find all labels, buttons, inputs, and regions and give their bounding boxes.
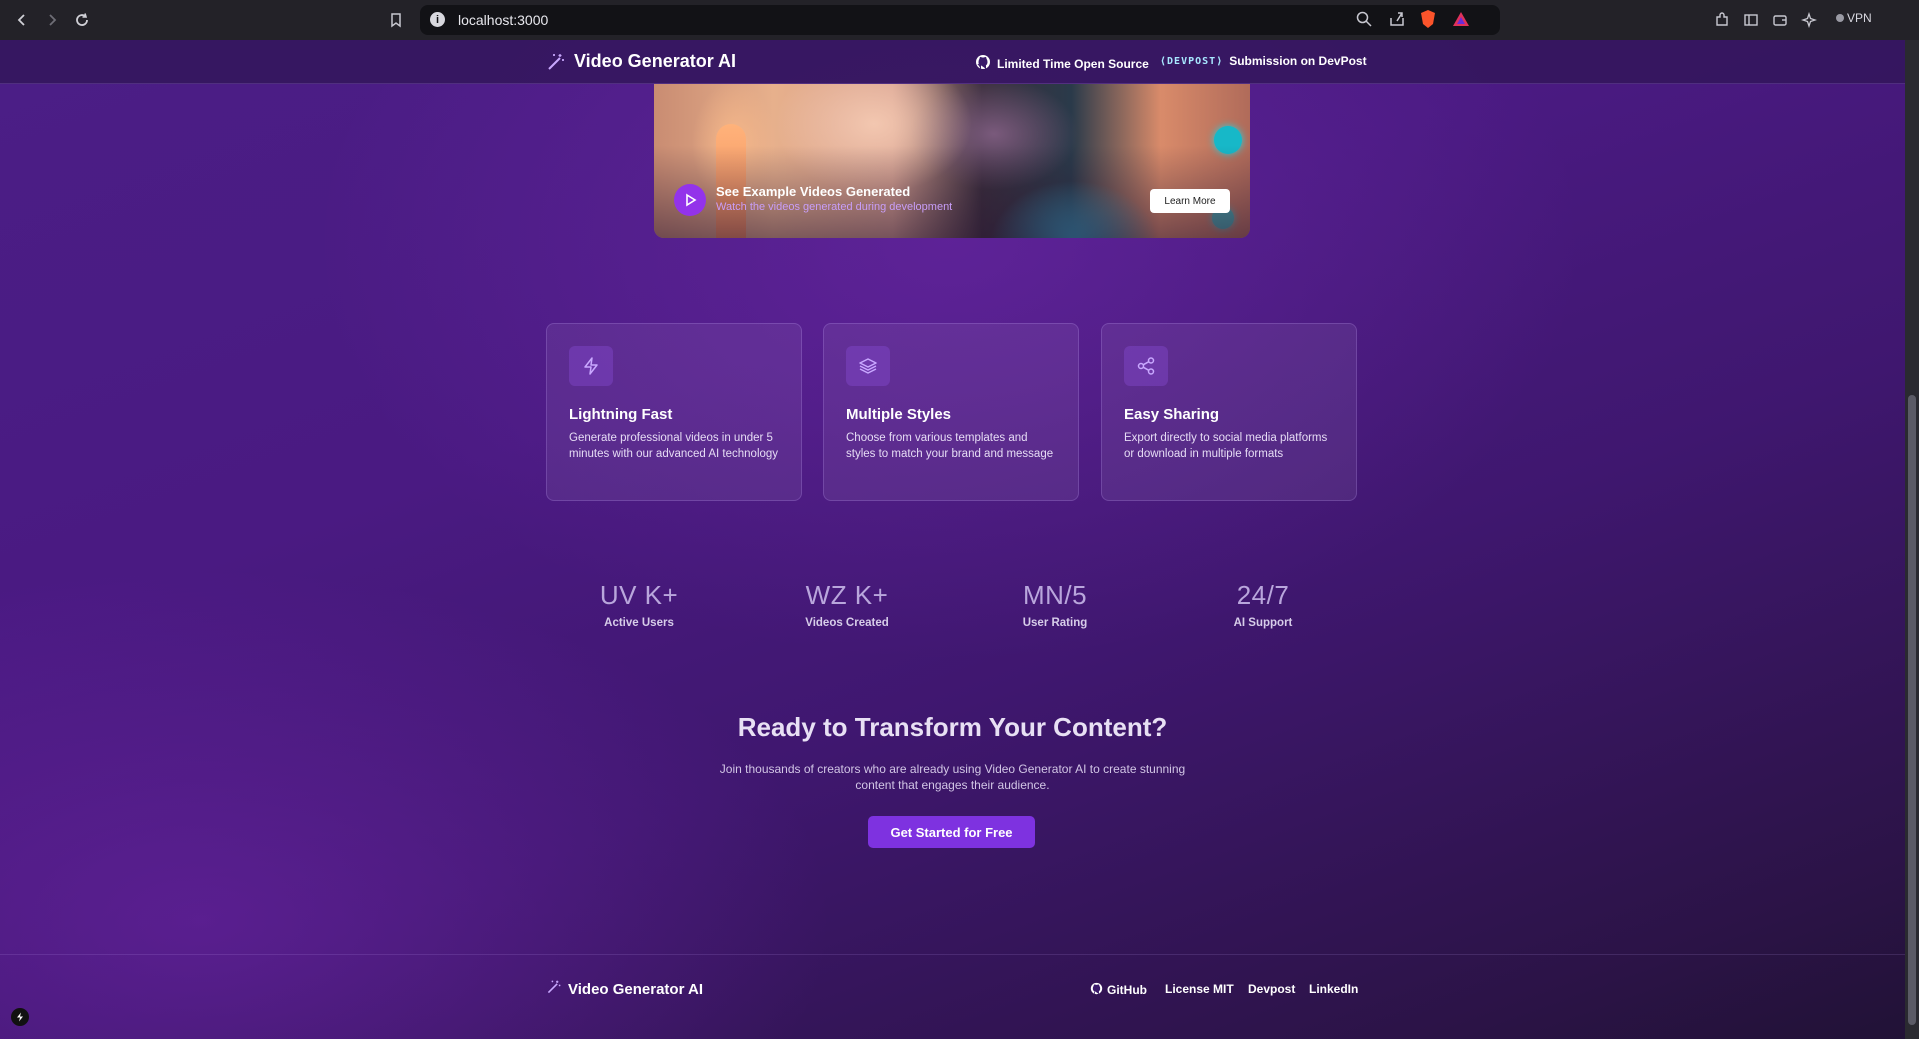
stat-ai-support: 24/7 AI Support (1183, 580, 1343, 629)
share-nodes-icon (1124, 346, 1168, 386)
devpost-bracket-left: ⟨ (1160, 55, 1168, 67)
stat-value: 24/7 (1236, 580, 1290, 610)
browser-toolbar: i localhost:3000 VPN (0, 0, 1919, 40)
github-icon (1090, 982, 1103, 998)
footer-link-license[interactable]: License MIT (1165, 982, 1234, 996)
stat-label: Videos Created (805, 617, 889, 629)
dev-tools-bolt-icon[interactable] (11, 1008, 29, 1026)
stat-videos-created: WZ K+ Videos Created (767, 580, 927, 629)
banner-subtitle: Watch the videos generated during develo… (716, 201, 953, 213)
stat-label: Active Users (604, 617, 674, 629)
learn-more-button[interactable]: Learn More (1150, 189, 1230, 213)
feature-title: Easy Sharing (1124, 406, 1220, 423)
brand-logo[interactable]: Video Generator AI (546, 51, 736, 72)
footer-brand-name[interactable]: Video Generator AI (568, 981, 703, 998)
devpost-bracket-right: ⟩ (1216, 55, 1224, 67)
vpn-status-icon (1836, 14, 1844, 22)
get-started-button[interactable]: Get Started for Free (868, 816, 1035, 848)
banner-overlay (654, 84, 1250, 238)
share-icon[interactable] (1388, 10, 1406, 33)
footer-brand[interactable]: Video Generator AI (546, 979, 703, 999)
github-link-label[interactable]: Limited Time Open Source (997, 57, 1149, 71)
example-videos-banner[interactable]: See Example Videos Generated Watch the v… (654, 84, 1250, 238)
site-info-icon[interactable]: i (430, 12, 445, 27)
feature-card-easy-sharing: Easy Sharing Export directly to social m… (1101, 323, 1357, 501)
feature-description: Export directly to social media platform… (1124, 432, 1328, 460)
feature-description: Choose from various templates and styles… (846, 432, 1054, 460)
url-text[interactable]: localhost:3000 (458, 12, 548, 28)
stat-user-rating: MN/5 User Rating (975, 580, 1135, 629)
stat-value: UV K+ (599, 580, 679, 610)
vpn-button[interactable]: VPN (1836, 11, 1872, 25)
bookmark-icon[interactable] (385, 9, 407, 31)
stat-active-users: UV K+ Active Users (559, 580, 719, 629)
stat-value: WZ K+ (805, 580, 889, 610)
extensions-icon[interactable] (1711, 9, 1733, 31)
brave-shield-icon[interactable] (1420, 9, 1436, 34)
stat-label: AI Support (1233, 617, 1293, 629)
devpost-link[interactable]: ⟨DEVPOST⟩ Submission on DevPost (1160, 54, 1367, 68)
footer-link-devpost[interactable]: Devpost (1248, 982, 1295, 996)
devpost-wordmark: DEVPOST (1167, 55, 1217, 67)
banner-title: See Example Videos Generated (716, 184, 911, 199)
address-bar[interactable]: i localhost:3000 (420, 5, 1500, 35)
feature-title: Multiple Styles (846, 406, 952, 423)
scrollbar-thumb[interactable] (1908, 395, 1916, 1025)
brand-name[interactable]: Video Generator AI (574, 51, 736, 72)
stat-label: User Rating (1022, 617, 1088, 629)
brave-rewards-icon[interactable] (1452, 11, 1470, 32)
forward-icon[interactable] (40, 8, 64, 32)
github-icon (975, 54, 991, 73)
stat-value: MN/5 (1022, 580, 1088, 610)
github-open-source-link[interactable]: Limited Time Open Source (975, 54, 1149, 73)
footer-link-label[interactable]: GitHub (1107, 983, 1147, 997)
zap-icon (569, 346, 613, 386)
sidebar-icon[interactable] (1740, 9, 1762, 31)
leo-ai-icon[interactable] (1798, 9, 1820, 31)
cta-text: Join thousands of creators who are alrea… (719, 762, 1186, 792)
feature-card-lightning-fast: Lightning Fast Generate professional vid… (546, 323, 802, 501)
devpost-link-label[interactable]: Submission on DevPost (1229, 54, 1366, 68)
magic-wand-icon (546, 979, 562, 999)
footer-link-linkedin[interactable]: LinkedIn (1309, 982, 1358, 996)
footer-link-github[interactable]: GitHub (1090, 982, 1147, 998)
feature-description: Generate professional videos in under 5 … (569, 432, 779, 460)
back-icon[interactable] (10, 8, 34, 32)
wallet-icon[interactable] (1769, 9, 1791, 31)
zoom-icon[interactable] (1355, 10, 1373, 33)
magic-wand-icon (546, 52, 566, 72)
cta-heading: Ready to Transform Your Content? (737, 712, 1168, 742)
reload-icon[interactable] (70, 8, 94, 32)
layers-icon (846, 346, 890, 386)
devpost-logo: ⟨DEVPOST⟩ (1160, 56, 1223, 67)
play-icon (686, 193, 697, 207)
vpn-label[interactable]: VPN (1847, 11, 1872, 25)
site-footer: Video Generator AI GitHub License MIT De… (0, 954, 1905, 1039)
play-button[interactable] (674, 184, 706, 216)
site-header: Video Generator AI Limited Time Open Sou… (0, 40, 1905, 84)
feature-card-multiple-styles: Multiple Styles Choose from various temp… (823, 323, 1079, 501)
page-viewport: Video Generator AI Limited Time Open Sou… (0, 40, 1905, 1039)
feature-title: Lightning Fast (569, 406, 673, 423)
